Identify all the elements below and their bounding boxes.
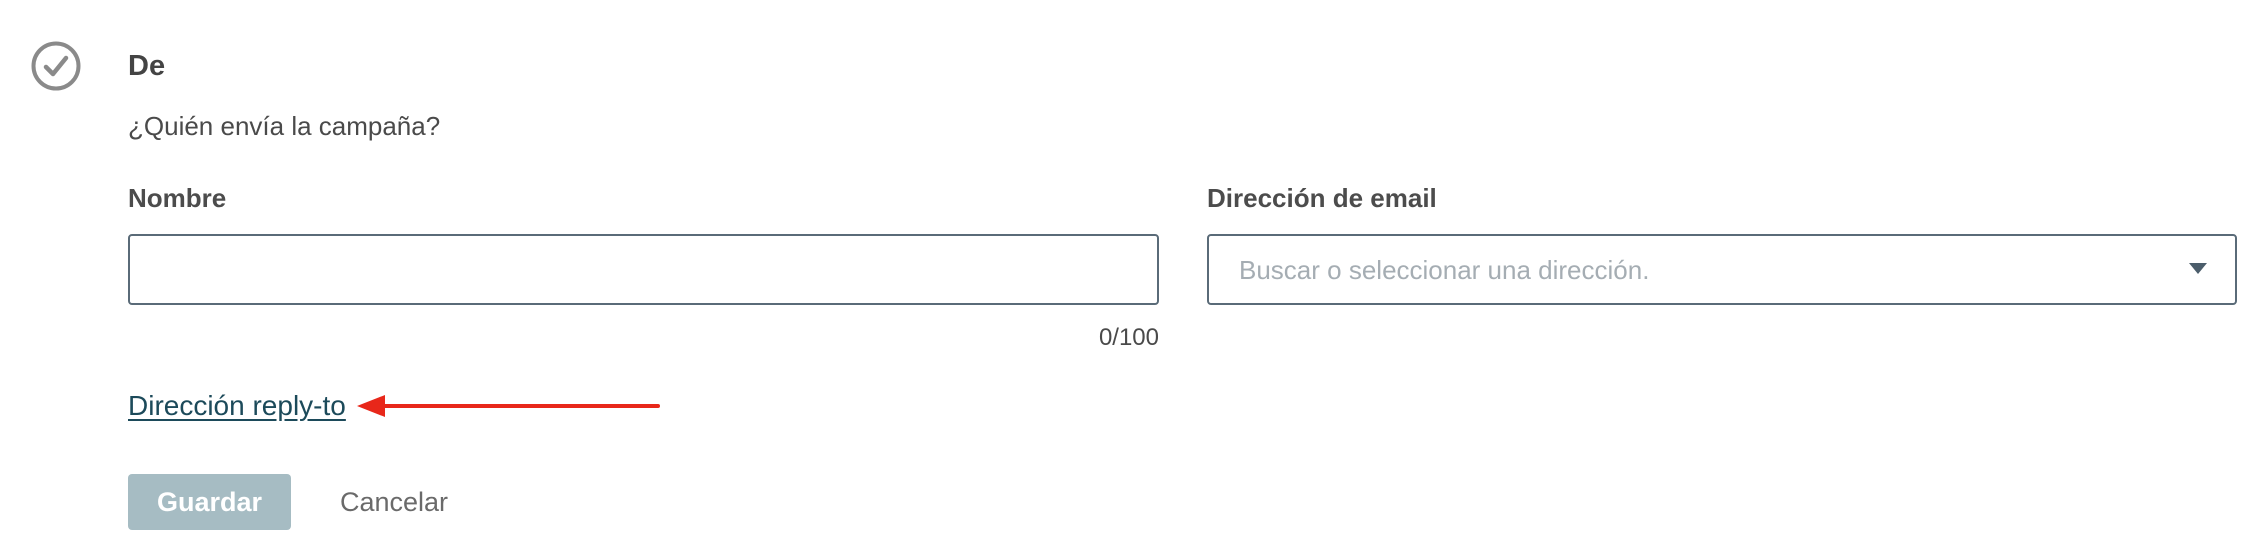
chevron-down-icon[interactable] [2189, 263, 2207, 274]
email-address-select[interactable]: Buscar o seleccionar una dirección. [1207, 234, 2237, 305]
cancel-button[interactable]: Cancelar [320, 474, 468, 530]
email-field-label: Dirección de email [1207, 183, 1437, 213]
email-select-placeholder: Buscar o seleccionar una dirección. [1239, 255, 1650, 285]
section-subtitle: ¿Quién envía la campaña? [128, 111, 441, 141]
annotation-arrow-icon [357, 395, 660, 417]
save-button[interactable]: Guardar [128, 474, 291, 530]
section-title: De [128, 50, 166, 82]
name-character-counter: 0/100 [1098, 324, 1159, 351]
reply-to-link[interactable]: Dirección reply-to [128, 386, 346, 426]
check-circle-icon [31, 41, 81, 91]
name-field-label: Nombre [128, 183, 227, 213]
name-input[interactable] [128, 234, 1159, 305]
